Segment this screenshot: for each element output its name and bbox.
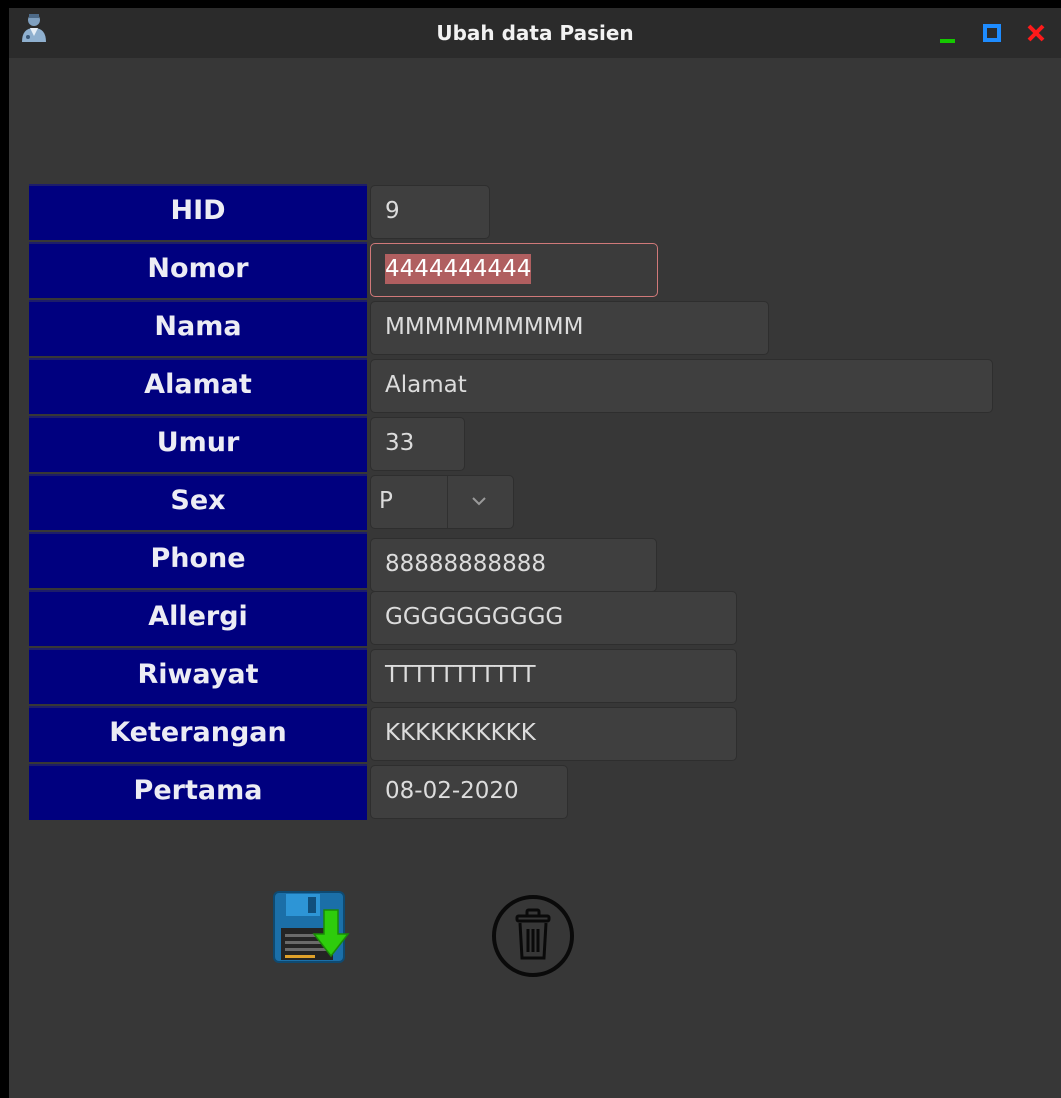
sex-select[interactable]: P <box>370 475 514 529</box>
nomor-selected-text: 4444444444 <box>385 254 532 284</box>
nomor-field[interactable]: 4444444444 <box>370 243 658 297</box>
minimize-button[interactable] <box>937 22 959 44</box>
select-divider <box>447 476 448 528</box>
maximize-button[interactable] <box>981 22 1003 44</box>
label-allergi: Allergi <box>29 590 367 646</box>
label-hid: HID <box>29 184 367 240</box>
floppy-save-icon[interactable] <box>272 890 350 966</box>
label-keterangan: Keterangan <box>29 706 367 762</box>
label-pertama: Pertama <box>29 764 367 820</box>
alamat-field[interactable]: Alamat <box>370 359 993 413</box>
riwayat-field[interactable]: TTTTTTTTTTT <box>370 649 737 703</box>
sex-selected-value: P <box>379 488 393 514</box>
label-nomor: Nomor <box>29 242 367 298</box>
label-umur: Umur <box>29 416 367 472</box>
nama-field[interactable]: MMMMMMMMMM <box>370 301 769 355</box>
chevron-down-icon[interactable] <box>470 494 488 508</box>
trash-icon[interactable] <box>491 894 575 978</box>
hid-field[interactable]: 9 <box>370 185 490 239</box>
label-alamat: Alamat <box>29 358 367 414</box>
close-button[interactable] <box>1025 22 1047 44</box>
phone-field[interactable]: 88888888888 <box>370 538 657 592</box>
allergi-field[interactable]: GGGGGGGGGG <box>370 591 737 645</box>
title-bar[interactable]: Ubah data Pasien <box>9 8 1061 58</box>
label-riwayat: Riwayat <box>29 648 367 704</box>
label-phone: Phone <box>29 532 367 588</box>
label-sex: Sex <box>29 474 367 530</box>
pertama-field[interactable]: 08-02-2020 <box>370 765 568 819</box>
label-nama: Nama <box>29 300 367 356</box>
umur-field[interactable]: 33 <box>370 417 465 471</box>
keterangan-field[interactable]: KKKKKKKKKK <box>370 707 737 761</box>
app-window: Ubah data Pasien HID Nomor Nama Alamat U… <box>9 8 1061 1098</box>
window-title: Ubah data Pasien <box>436 21 634 45</box>
